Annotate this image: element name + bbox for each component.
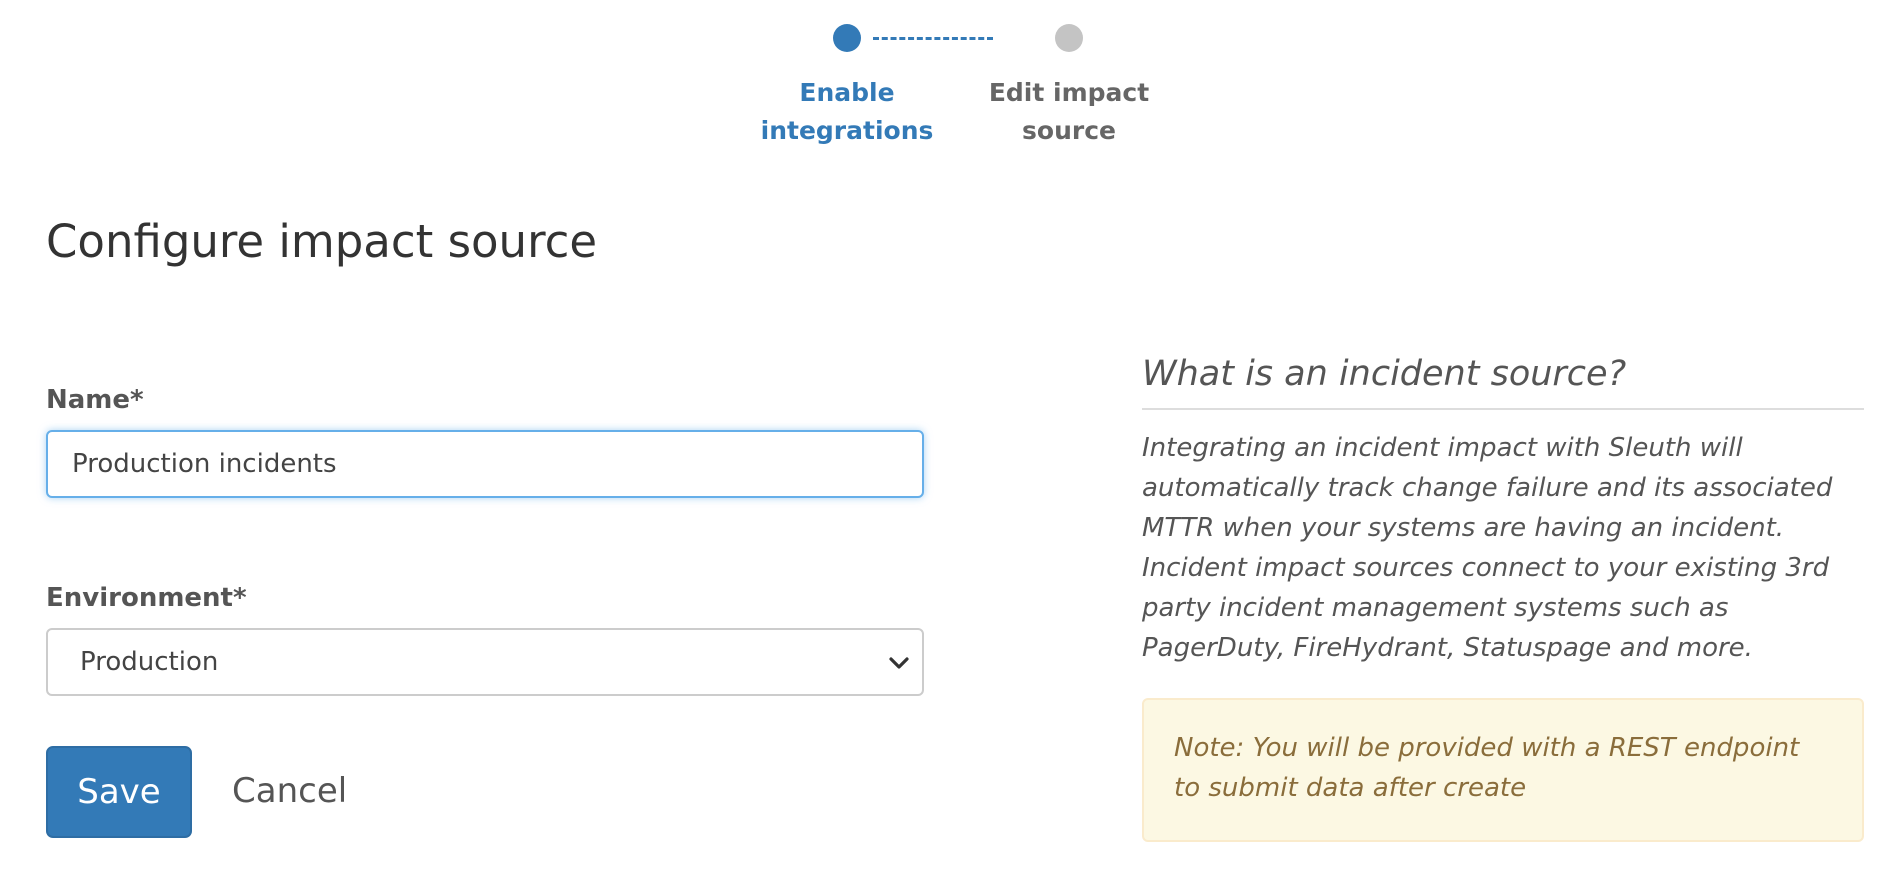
help-text: Integrating an incident impact with Sleu… [1142,433,1833,663]
environment-select[interactable]: Production [46,628,924,696]
save-button[interactable]: Save [46,746,192,838]
wizard-stepper: Enable integrations Edit impact source [0,22,1894,152]
step-1-label: Enable integrations [760,78,934,145]
page-title: Configure impact source [46,215,598,268]
step-2-label: Edit impact source [988,78,1150,145]
name-label: Name* [46,385,144,415]
step-1-dot-icon [833,24,861,52]
step-2-dot-icon [1055,24,1083,52]
environment-label: Environment* [46,583,247,613]
chevron-down-icon [889,657,909,669]
step-connector [873,37,993,40]
name-input[interactable] [46,430,924,498]
help-divider [1142,408,1864,410]
note-text: Note: You will be provided with a REST e… [1174,733,1800,803]
note-alert: Note: You will be provided with a REST e… [1142,698,1864,842]
cancel-link[interactable]: Cancel [232,766,347,816]
environment-select-value: Production [80,647,219,677]
help-title: What is an incident source? [1142,354,1627,394]
